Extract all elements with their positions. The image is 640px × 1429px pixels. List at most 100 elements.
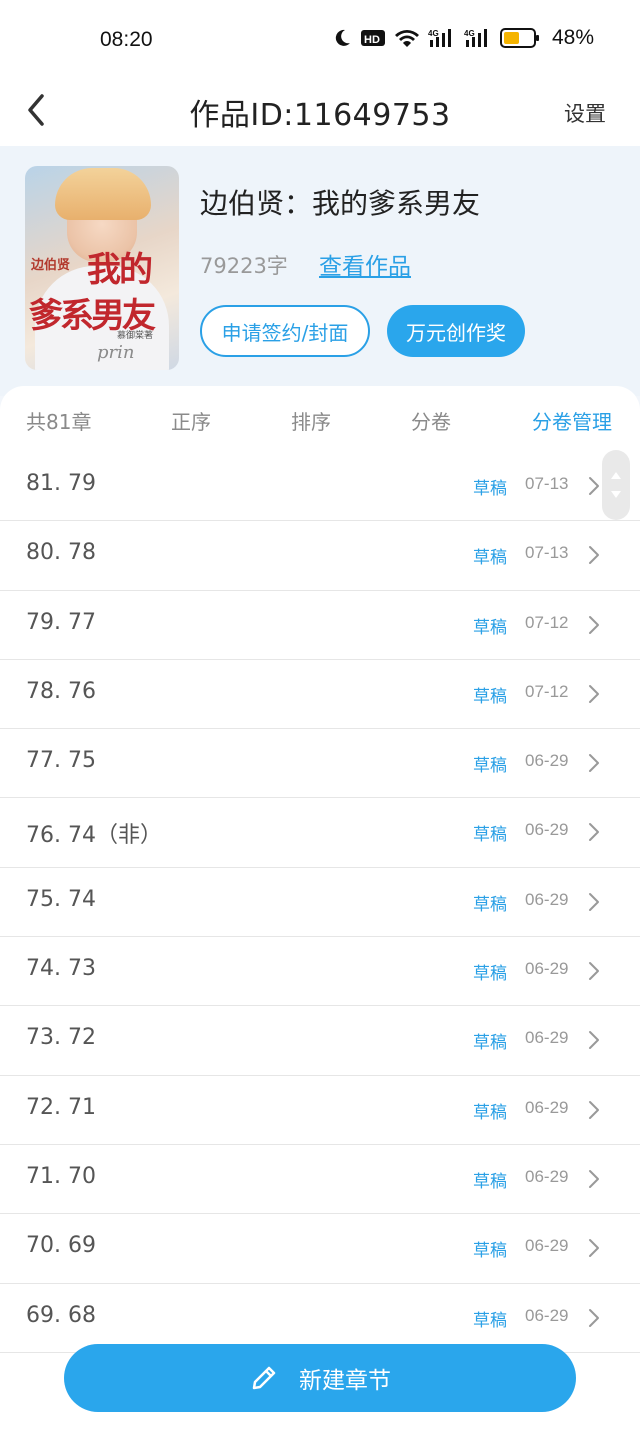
chevron-right-icon	[589, 1031, 599, 1050]
signal-4g-icon: 4G	[464, 29, 487, 47]
chevron-right-icon	[589, 754, 599, 773]
chevron-right-icon	[589, 477, 599, 495]
chevron-right-icon	[589, 684, 599, 703]
page-title: 作品ID:11649753	[189, 98, 451, 133]
cover-author: 慕御棠著	[117, 331, 154, 341]
chapter-toolbar: 共81章 正序 排序 分卷 分卷管理	[0, 386, 640, 452]
chapter-date: 06-29	[525, 1166, 569, 1186]
chevron-right-icon	[589, 823, 599, 842]
chapter-date: 07-12	[525, 681, 569, 701]
chapter-row[interactable]: 79. 77 草稿 07-12	[0, 591, 640, 660]
chapter-date: 06-29	[525, 1028, 569, 1048]
creation-award-button[interactable]: 万元创作奖	[387, 305, 525, 357]
chapter-date: 06-29	[525, 751, 569, 771]
pencil-icon	[252, 1366, 276, 1390]
status-icons: HD 4G 4G 48%	[332, 26, 594, 50]
status-time: 08:20	[100, 28, 153, 51]
cover-small-title: 边伯贤	[31, 258, 71, 273]
wifi-icon	[394, 30, 419, 47]
chapter-row[interactable]: 81. 79 草稿 07-13	[0, 452, 640, 522]
chapter-row[interactable]: 70. 69 草稿 06-29	[0, 1214, 640, 1284]
chapter-status: 草稿	[473, 548, 507, 569]
chapter-date: 06-29	[525, 889, 569, 909]
chapter-list: 81. 79 草稿 07-13 80. 78 草稿 07-13 79. 77 草稿 07-12 7…	[0, 452, 640, 1353]
chapter-status: 草稿	[473, 479, 507, 499]
svg-text:4G: 4G	[464, 29, 475, 38]
chapter-row[interactable]: 72. 71 草稿 06-29	[0, 1076, 640, 1145]
new-chapter-label: 新建章节	[299, 1368, 391, 1394]
chapter-row[interactable]: 80. 78 草稿 07-13	[0, 521, 640, 591]
svg-text:4G: 4G	[428, 29, 439, 38]
battery-percent: 48%	[551, 26, 594, 49]
chapter-row[interactable]: 73. 72 草稿 06-29	[0, 1006, 640, 1076]
status-bar: 08:20 HD 4G 4G 48%	[0, 0, 640, 78]
chapter-status: 草稿	[473, 894, 507, 915]
chapter-title: 76. 74（非）	[26, 823, 162, 849]
scroll-arrows-icon	[611, 472, 621, 498]
cover-figure-hair	[55, 168, 151, 220]
cover-deco-text: prin	[97, 342, 135, 363]
book-cover[interactable]: 边伯贤 我的 爹系男友 慕御棠著 prin	[25, 166, 179, 370]
chapter-row[interactable]: 69. 68 草稿 06-29	[0, 1284, 640, 1353]
chapter-status: 草稿	[473, 1310, 507, 1331]
chapter-title: 72. 71	[26, 1094, 96, 1120]
svg-text:HD: HD	[364, 34, 380, 46]
chapter-title: 69. 68	[26, 1302, 96, 1328]
chevron-right-icon	[589, 1100, 599, 1119]
chapter-row[interactable]: 76. 74（非） 草稿 06-29	[0, 798, 640, 868]
chapter-status: 草稿	[473, 756, 507, 777]
chapter-panel: 共81章 正序 排序 分卷 分卷管理 81. 79 草稿 07-13 80. 78 草稿…	[0, 386, 640, 1429]
chapter-date: 06-29	[525, 1097, 569, 1117]
chapter-title: 70. 69	[26, 1233, 96, 1259]
hd-icon: HD	[360, 30, 385, 46]
scroll-handle[interactable]	[602, 450, 630, 520]
chapter-status: 草稿	[473, 617, 507, 638]
chapter-date: 07-13	[525, 474, 569, 493]
chapter-date: 06-29	[525, 1236, 569, 1256]
chevron-right-icon	[589, 1239, 599, 1258]
volume-button[interactable]: 分卷	[411, 406, 451, 435]
chevron-right-icon	[589, 1308, 599, 1327]
word-count: 79223字	[200, 254, 288, 278]
chapter-row[interactable]: 71. 70 草稿 06-29	[0, 1145, 640, 1215]
chevron-right-icon	[589, 546, 599, 565]
chapter-row[interactable]: 77. 75 草稿 06-29	[0, 729, 640, 799]
chapter-title: 79. 77	[26, 609, 96, 635]
chapter-title: 77. 75	[26, 748, 96, 774]
chapter-title: 74. 73	[26, 956, 96, 982]
chapter-row[interactable]: 75. 74 草稿 06-29	[0, 868, 640, 938]
chapter-title: 75. 74	[26, 886, 96, 912]
chapter-title: 73. 72	[26, 1025, 96, 1051]
chapter-status: 草稿	[473, 1033, 507, 1054]
header: 作品ID:11649753 设置	[0, 78, 640, 146]
chevron-right-icon	[589, 962, 599, 981]
book-info: 边伯贤 我的 爹系男友 慕御棠著 prin 边伯贤：我的爹系男友 79223字 …	[0, 146, 640, 396]
chapter-count: 共81章	[26, 410, 92, 434]
chapter-date: 06-29	[525, 959, 569, 979]
volume-manage-button[interactable]: 分卷管理	[532, 406, 612, 435]
new-chapter-button[interactable]: 新建章节	[64, 1344, 576, 1412]
cover-big-title-1: 我的	[87, 250, 153, 290]
chevron-right-icon	[589, 892, 599, 911]
chapter-title: 80. 78	[26, 540, 96, 566]
sort-button[interactable]: 排序	[291, 406, 331, 435]
order-toggle[interactable]: 正序	[171, 406, 211, 435]
chapter-title: 81. 79	[26, 471, 96, 496]
chapter-row[interactable]: 78. 76 草稿 07-12	[0, 660, 640, 730]
chapter-status: 草稿	[473, 825, 507, 846]
chapter-date: 07-12	[525, 612, 569, 632]
chapter-title: 78. 76	[26, 678, 96, 704]
chapter-date: 07-13	[525, 543, 569, 563]
chevron-right-icon	[589, 1169, 599, 1188]
settings-button[interactable]: 设置	[564, 98, 606, 128]
chapter-title: 71. 70	[26, 1163, 96, 1189]
battery-icon	[499, 28, 539, 48]
chapter-status: 草稿	[473, 1171, 507, 1192]
chevron-right-icon	[589, 615, 599, 634]
apply-sign-button[interactable]: 申请签约/封面	[200, 305, 370, 357]
chapter-row[interactable]: 74. 73 草稿 06-29	[0, 937, 640, 1007]
moon-icon	[335, 29, 350, 46]
view-work-link[interactable]: 查看作品	[319, 247, 411, 281]
chapter-date: 06-29	[525, 820, 569, 840]
chapter-status: 草稿	[473, 1241, 507, 1262]
